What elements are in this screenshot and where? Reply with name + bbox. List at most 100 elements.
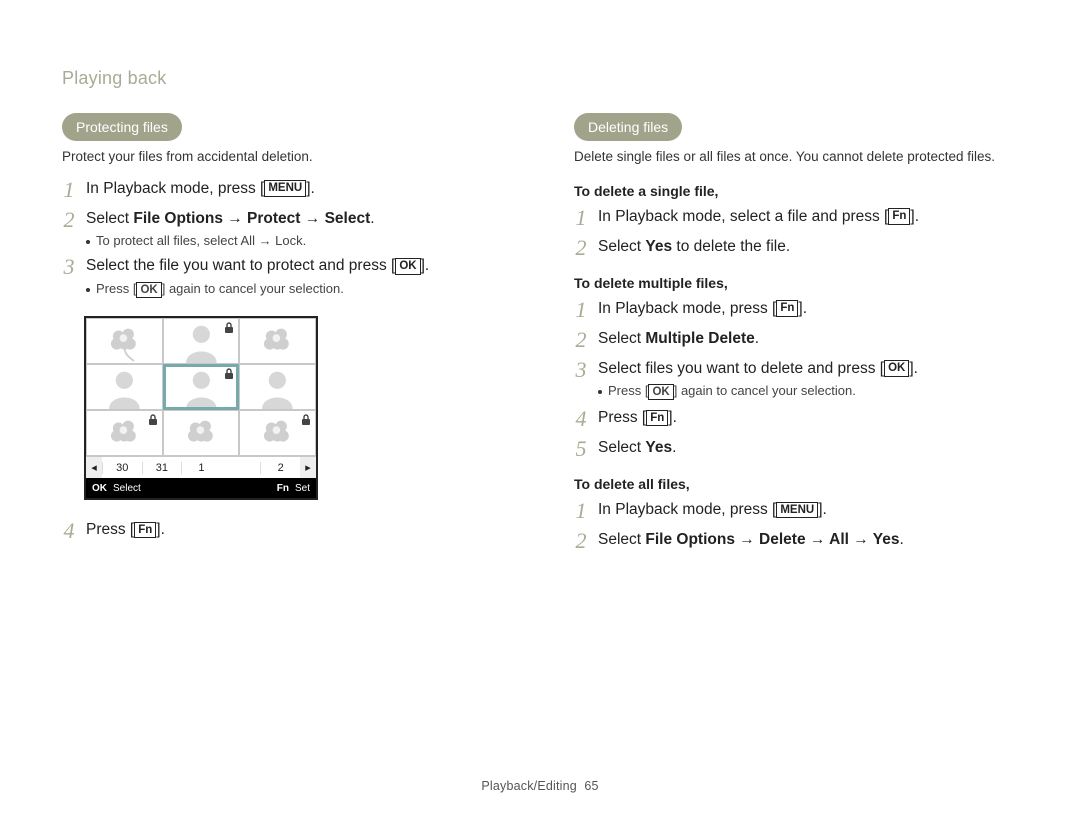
pill-deleting: Deleting files: [574, 113, 682, 141]
flower-icon: [164, 411, 239, 455]
text: Press [: [608, 383, 648, 398]
lock-icon: [146, 413, 160, 431]
fn-button-icon: Fn: [134, 522, 156, 538]
text: .: [672, 439, 676, 456]
bullet-icon: [86, 288, 90, 292]
step-text: Select File Options → Protect → Select.: [86, 209, 375, 230]
step-text: Press [Fn].: [598, 408, 677, 429]
step: 4 Press [Fn].: [574, 408, 1018, 430]
fn-button-icon: Fn: [776, 300, 798, 316]
step-text: Select File Options → Delete → All → Yes…: [598, 530, 904, 551]
step: 1 In Playback mode, press [Fn].: [574, 299, 1018, 321]
step-number: 2: [574, 329, 588, 351]
step-list: 1In Playback mode, select a file and pre…: [574, 207, 1018, 259]
text: Select: [598, 439, 645, 456]
text: Yes: [645, 238, 672, 255]
text: All → Lock: [241, 233, 303, 248]
text: Select: [598, 238, 645, 255]
screenshot-frame: ◂ 30 31 1 2 ▸ OK Select Fn Set: [84, 316, 318, 500]
text: Press [: [598, 409, 646, 426]
text: Select: [598, 330, 645, 347]
text: Press [: [96, 281, 136, 296]
deleting-lead: Delete single files or all files at once…: [574, 147, 1018, 167]
right-column: Deleting files Delete single files or al…: [574, 113, 1018, 560]
step-number: 4: [62, 520, 76, 542]
text: ] again to cancel your selection.: [674, 383, 856, 398]
step-body: In Playback mode, select a file and pres…: [598, 207, 919, 228]
date-cell: 30: [102, 462, 142, 474]
fn-button-icon: Fn: [888, 208, 910, 224]
footer-chapter: Playback/Editing: [481, 779, 577, 793]
subheading: To delete all files,: [574, 476, 1018, 492]
step-body: Press [Fn].: [598, 408, 677, 429]
step-number: 1: [574, 299, 588, 321]
step-text: Select files you want to delete and pres…: [598, 359, 918, 380]
text: Select the file you want to protect and …: [86, 257, 395, 274]
step-body: Press [Fn].: [86, 520, 165, 541]
step-body: Select File Options → Delete → All → Yes…: [598, 530, 904, 551]
step-body: Select Yes.: [598, 438, 676, 459]
text: To protect all files, select: [96, 233, 241, 248]
step-note: To protect all files, select All → Lock.: [86, 233, 375, 248]
date-cell: 2: [260, 462, 300, 474]
step-text: Select Yes.: [598, 438, 676, 459]
thumb-cell: [239, 410, 316, 456]
lock-icon: [222, 321, 236, 339]
text: ] again to cancel your selection.: [162, 281, 344, 296]
fn-indicator: Fn: [277, 483, 289, 494]
ok-button-icon: OK: [884, 360, 909, 376]
lock-icon: [222, 367, 236, 385]
thumb-cell-selected: [163, 364, 240, 410]
date-prev-icon: ◂: [86, 457, 102, 478]
step-number: 1: [574, 500, 588, 522]
thumb-cell: [163, 318, 240, 364]
fn-indicator-label: Set: [295, 483, 310, 494]
columns: Protecting files Protect your files from…: [62, 113, 1018, 560]
text: File Options → Protect → Select: [133, 210, 370, 227]
step-body: Select Yes to delete the file.: [598, 237, 790, 258]
text: In Playback mode, press [: [598, 300, 776, 317]
thumb-cell: [163, 410, 240, 456]
thumbnail-screenshot: ◂ 30 31 1 2 ▸ OK Select Fn Set: [84, 316, 318, 500]
step-text: Press [Fn].: [86, 520, 165, 541]
step-note: Press [OK] again to cancel your selectio…: [598, 383, 918, 400]
bullet-icon: [598, 390, 602, 394]
step: 4 Press [Fn].: [62, 520, 506, 542]
step: 2Select File Options → Protect → Select.…: [62, 209, 506, 249]
pill-protecting: Protecting files: [62, 113, 182, 141]
portrait-icon: [240, 365, 315, 409]
text: File Options → Delete → All → Yes: [645, 531, 899, 548]
text: Multiple Delete: [645, 330, 754, 347]
flower-icon: [240, 319, 315, 363]
text: Select files you want to delete and pres…: [598, 360, 884, 377]
ok-indicator-label: Select: [113, 483, 141, 494]
step: 3Select files you want to delete and pre…: [574, 359, 1018, 401]
text: In Playback mode, press [: [598, 501, 776, 518]
step: 2Select File Options → Delete → All → Ye…: [574, 530, 1018, 552]
step-text: Select Yes to delete the file.: [598, 237, 790, 258]
thumbnail-grid: [86, 318, 316, 456]
ok-button-icon: OK: [395, 258, 420, 274]
flower-icon: [87, 319, 162, 363]
text: to delete the file.: [672, 238, 790, 255]
text: ].: [668, 409, 677, 426]
delete-groups: To delete a single file,1In Playback mod…: [574, 183, 1018, 553]
text: ].: [818, 501, 827, 518]
step-number: 4: [574, 408, 588, 430]
text: ].: [421, 257, 430, 274]
step-text: Select Multiple Delete.: [598, 329, 759, 350]
step-number: 1: [62, 179, 76, 201]
ok-button-icon: OK: [648, 384, 673, 400]
text: In Playback mode, press [: [86, 180, 264, 197]
protecting-steps-cont: 4 Press [Fn].: [62, 520, 506, 542]
subheading: To delete a single file,: [574, 183, 1018, 199]
status-bar: OK Select Fn Set: [86, 478, 316, 498]
step-text: Select the file you want to protect and …: [86, 256, 429, 277]
thumb-cell: [239, 318, 316, 364]
text: ].: [798, 300, 807, 317]
manual-page: Playing back Protecting files Protect yo…: [0, 0, 1080, 815]
menu-button-icon: MENU: [776, 502, 818, 518]
text: In Playback mode, select a file and pres…: [598, 208, 888, 225]
text: .: [303, 233, 307, 248]
step-text: In Playback mode, press [MENU].: [598, 500, 827, 521]
